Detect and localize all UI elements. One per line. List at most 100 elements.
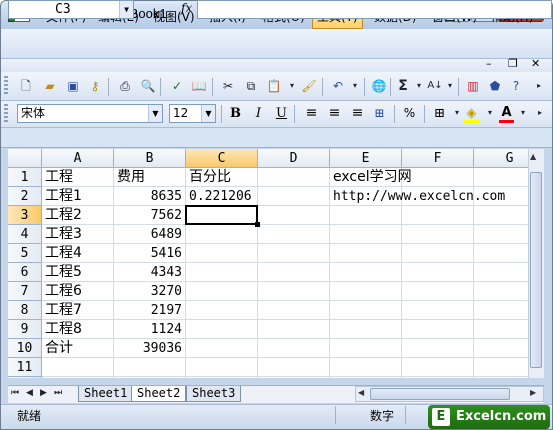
cell-a11[interactable] [42, 358, 114, 377]
cell-a12[interactable] [42, 377, 114, 378]
cell-e9[interactable] [330, 320, 402, 339]
print-icon[interactable]: ⎙ [116, 77, 134, 95]
merge-center-icon[interactable]: ⊞ [370, 104, 389, 123]
worksheet-grid[interactable]: ABCDEFG 1 工程 费用 百分比 excel学习网 2 工程1 8635 0.221206… [8, 149, 544, 378]
column-header-e[interactable]: E [330, 149, 402, 168]
cell-e6[interactable] [330, 263, 402, 282]
row-header-3[interactable]: 3 [8, 206, 42, 225]
cell-a2[interactable]: 工程1 [42, 187, 114, 206]
help-icon[interactable]: ? [507, 77, 525, 95]
cell-d10[interactable] [258, 339, 330, 358]
copy-icon[interactable]: ⧉ [242, 77, 260, 95]
doc-close-button[interactable]: ✕ [531, 57, 540, 70]
drawing-icon[interactable]: ⬟ [486, 77, 504, 95]
cell-a6[interactable]: 工程5 [42, 263, 114, 282]
cell-f3[interactable] [402, 206, 474, 225]
cell-f4[interactable] [402, 225, 474, 244]
align-right-icon[interactable]: ≡ [348, 104, 367, 123]
cell-a5[interactable]: 工程4 [42, 244, 114, 263]
cell-d2[interactable] [258, 187, 330, 206]
cell-b5[interactable]: 5416 [114, 244, 186, 263]
cell-e12[interactable] [330, 377, 402, 378]
italic-button[interactable]: I [249, 104, 268, 123]
undo-dropdown-icon[interactable]: ▾ [346, 77, 364, 95]
permission-icon[interactable]: ⚷ [86, 77, 104, 95]
toolbar-grip[interactable] [4, 104, 8, 124]
research-icon[interactable]: 📖 [190, 77, 208, 95]
cell-d7[interactable] [258, 282, 330, 301]
sheet-tab-sheet2[interactable]: Sheet2 [131, 386, 187, 402]
paste-dropdown-icon[interactable]: ▾ [283, 77, 301, 95]
scroll-right-icon[interactable]: ▶ [530, 388, 536, 397]
sort-dropdown-icon[interactable]: ▾ [441, 77, 459, 95]
toolbar-options-icon[interactable]: ▸ [531, 104, 549, 122]
cell-f6[interactable] [402, 263, 474, 282]
chevron-down-icon[interactable]: ▼ [201, 105, 215, 122]
cell-b9[interactable]: 1124 [114, 320, 186, 339]
paste-icon[interactable]: 📋 [265, 77, 283, 95]
row-header-12[interactable]: 12 [8, 377, 42, 378]
format-painter-icon[interactable]: 🖌 [300, 77, 318, 95]
cell-e4[interactable] [330, 225, 402, 244]
cell-b3[interactable]: 7562 [114, 206, 186, 225]
column-header-a[interactable]: A [42, 149, 114, 168]
toolbar-grip[interactable] [4, 76, 8, 96]
cell-c10[interactable] [186, 339, 258, 358]
percent-style-button[interactable]: % [400, 104, 419, 123]
cell-c7[interactable] [186, 282, 258, 301]
cell-e10[interactable] [330, 339, 402, 358]
font-name-select[interactable]: 宋体 ▼ [17, 104, 163, 123]
cell-d6[interactable] [258, 263, 330, 282]
select-all-corner[interactable] [8, 149, 42, 168]
spelling-icon[interactable]: ✓ [168, 77, 186, 95]
row-header-11[interactable]: 11 [8, 358, 42, 377]
cell-b8[interactable]: 2197 [114, 301, 186, 320]
font-size-select[interactable]: 12 ▼ [169, 104, 216, 123]
row-header-5[interactable]: 5 [8, 244, 42, 263]
first-sheet-icon[interactable]: ⏮ [11, 388, 19, 398]
cell-d9[interactable] [258, 320, 330, 339]
vertical-scroll-thumb[interactable] [530, 172, 542, 368]
row-header-2[interactable]: 2 [8, 187, 42, 206]
cell-c8[interactable] [186, 301, 258, 320]
bold-button[interactable]: B [226, 104, 245, 123]
cell-c4[interactable] [186, 225, 258, 244]
cell-b12[interactable] [114, 377, 186, 378]
cell-e3[interactable] [330, 206, 402, 225]
formula-input[interactable] [197, 0, 552, 19]
toolbar-options-icon[interactable]: ▸ [530, 77, 548, 95]
align-center-icon[interactable]: ≡ [325, 104, 344, 123]
cell-e8[interactable] [330, 301, 402, 320]
cell-e2[interactable]: http://www.excelcn.com [330, 187, 505, 206]
cell-d12[interactable] [258, 377, 330, 378]
cell-f12[interactable] [402, 377, 474, 378]
cell-c2[interactable]: 0.221206 [186, 187, 258, 206]
chevron-down-icon[interactable]: ▼ [119, 1, 133, 18]
cell-f5[interactable] [402, 244, 474, 263]
row-header-9[interactable]: 9 [8, 320, 42, 339]
cell-d8[interactable] [258, 301, 330, 320]
cell-d3[interactable] [258, 206, 330, 225]
cell-a4[interactable]: 工程3 [42, 225, 114, 244]
column-header-d[interactable]: D [258, 149, 330, 168]
row-header-6[interactable]: 6 [8, 263, 42, 282]
cell-b11[interactable] [114, 358, 186, 377]
cell-b4[interactable]: 6489 [114, 225, 186, 244]
doc-restore-button[interactable]: ❐ [508, 57, 518, 70]
chevron-down-icon[interactable]: ▼ [148, 105, 162, 122]
row-header-4[interactable]: 4 [8, 225, 42, 244]
cell-a7[interactable]: 工程6 [42, 282, 114, 301]
column-header-f[interactable]: F [402, 149, 474, 168]
font-color-dropdown-icon[interactable]: ▾ [514, 104, 532, 122]
cell-a9[interactable]: 工程8 [42, 320, 114, 339]
borders-icon[interactable]: ⊞ [430, 104, 449, 123]
cell-c5[interactable] [186, 244, 258, 263]
doc-minimize-button[interactable]: – [486, 57, 492, 70]
column-header-b[interactable]: B [114, 149, 186, 168]
hyperlink-icon[interactable]: 🌐 [370, 77, 388, 95]
save-icon[interactable]: ▣ [64, 77, 82, 95]
underline-button[interactable]: U [272, 104, 291, 123]
fill-handle[interactable] [255, 222, 260, 227]
horizontal-scroll-thumb[interactable] [370, 388, 510, 400]
cell-a3[interactable]: 工程2 [42, 206, 114, 225]
